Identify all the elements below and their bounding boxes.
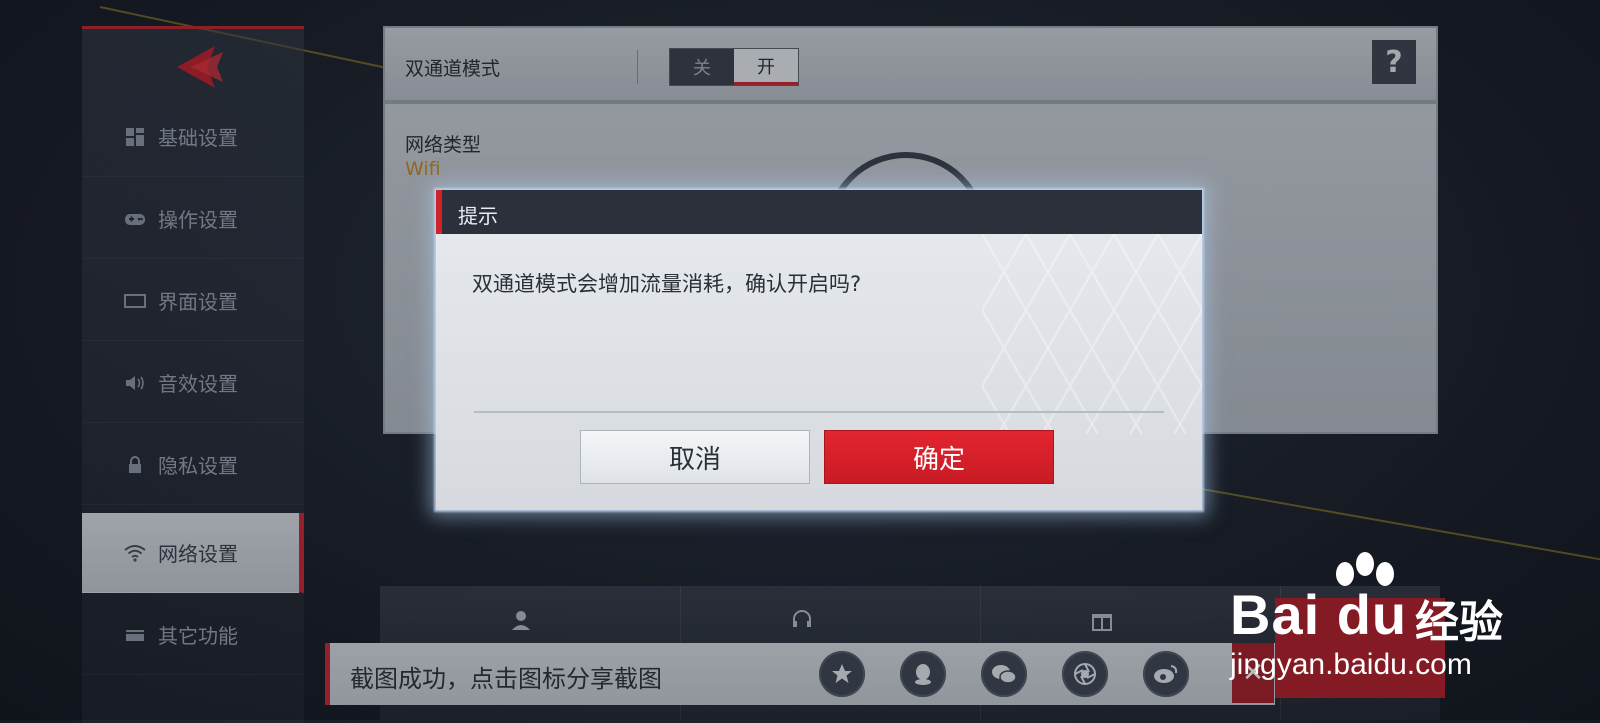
watermark-url: jingyan.baidu.com [1230, 648, 1472, 681]
dialog-title: 提示 [458, 204, 498, 228]
confirm-button[interactable]: 确定 [824, 430, 1054, 484]
dialog-pattern-decoration [982, 234, 1202, 434]
confirm-dialog: 提示 双通道模式会增加流量消耗，确认开启吗? 取消 确定 [436, 190, 1202, 510]
dialog-titlebar: 提示 [436, 190, 1202, 234]
watermark-brand-cn: 经验 [1415, 597, 1503, 648]
baidu-watermark: Bai du 经验 jingyan.baidu.com [1225, 552, 1595, 692]
cancel-button[interactable]: 取消 [580, 430, 810, 484]
dialog-message: 双通道模式会增加流量消耗，确认开启吗? [472, 272, 862, 296]
dialog-divider [474, 411, 1164, 413]
watermark-brand: Bai du [1230, 583, 1408, 646]
